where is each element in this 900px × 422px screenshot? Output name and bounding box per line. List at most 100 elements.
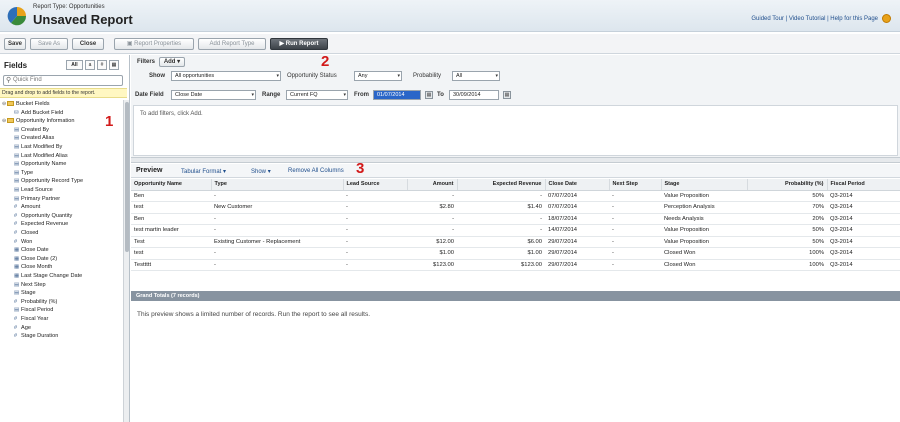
to-calendar-icon[interactable]: ▦ xyxy=(503,91,511,99)
quick-find-placeholder: Quick Find xyxy=(13,77,42,83)
to-label: To xyxy=(437,92,444,98)
probability-label: Probability xyxy=(413,73,442,79)
table-cell: $1.00 xyxy=(457,247,545,260)
table-cell: $6.00 xyxy=(457,236,545,248)
field-tree-label: Expected Revenue xyxy=(21,221,69,228)
table-header-row: Opportunity Name Type Lead Source Amount Exp… xyxy=(131,179,900,191)
table-cell: 29/07/2014 xyxy=(545,259,609,271)
field-tree-label: Stage Duration xyxy=(21,333,59,340)
reports-logo-icon xyxy=(7,6,27,26)
number-field-icon: # xyxy=(14,333,18,340)
field-filter-text-icon[interactable]: a xyxy=(85,60,95,70)
save-as-button[interactable]: Save As xyxy=(30,38,68,50)
table-cell: - xyxy=(343,224,407,237)
table-cell: - xyxy=(407,224,457,237)
fields-title: Fields xyxy=(4,61,28,70)
table-row: test - - $1.00 $1.00 29/07/2014- Closed Won 100… xyxy=(131,247,900,260)
field-tree-label: Lead Source xyxy=(21,187,53,193)
page-title: Unsaved Report xyxy=(33,12,133,27)
date-field-label: Date Field xyxy=(135,92,164,98)
table-row: test martin leader - - - -14/07/2014- Value P… xyxy=(131,224,900,237)
show-dropdown[interactable]: Show ▾ xyxy=(251,168,271,175)
table-cell: Q3-2014 xyxy=(827,224,900,237)
column-header[interactable]: Stage xyxy=(661,179,748,191)
column-header[interactable]: Next Step xyxy=(609,179,662,191)
table-cell: - xyxy=(211,213,343,225)
filters-title: Filters xyxy=(137,59,156,65)
opportunity-status-select[interactable]: Any ▾ xyxy=(354,71,402,81)
show-arrow-icon: ▾ xyxy=(267,169,271,175)
run-report-button[interactable]: ▶ Run Report xyxy=(270,38,328,50)
table-cell: Closed Won xyxy=(661,247,747,260)
table-cell: Testtttt xyxy=(131,259,211,271)
table-cell: Closed Won xyxy=(661,259,747,271)
probability-select[interactable]: All ▾ xyxy=(452,71,500,81)
table-cell: - xyxy=(407,190,457,202)
table-row: test New Customer - $2.80 $1.40 07/07/2014- Pe… xyxy=(131,201,900,214)
fields-scrollbar[interactable] xyxy=(123,100,129,422)
table-cell: 20% xyxy=(747,213,827,225)
opportunity-status-label: Opportunity Status xyxy=(287,73,337,79)
date-field-select[interactable]: Close Date ▾ xyxy=(171,90,256,100)
column-header[interactable]: Type xyxy=(211,179,344,191)
table-cell: $1.40 xyxy=(457,201,545,214)
folder-icon xyxy=(7,101,14,106)
column-header[interactable]: Fiscal Period xyxy=(827,179,900,191)
table-cell: 50% xyxy=(747,224,827,237)
opportunity-status-value: Any xyxy=(358,73,368,79)
panel-splitter[interactable] xyxy=(131,158,900,163)
add-report-type-button[interactable]: Add Report Type xyxy=(198,38,266,50)
table-cell: New Customer xyxy=(211,201,343,214)
column-header[interactable]: Amount xyxy=(407,179,458,191)
from-calendar-icon[interactable]: ▦ xyxy=(425,91,433,99)
field-filter-date-icon[interactable]: ▦ xyxy=(109,60,119,70)
date-field-arrow-icon: ▾ xyxy=(251,92,254,98)
field-tree-label: Fiscal Year xyxy=(21,316,49,322)
show-select[interactable]: All opportunities ▾ xyxy=(171,71,281,81)
table-cell: - xyxy=(457,190,545,202)
field-filter-all[interactable]: All xyxy=(66,60,83,70)
table-row: Testtttt - - $123.00 $123.00 29/07/2014- Close… xyxy=(131,259,900,271)
save-button[interactable]: Save xyxy=(4,38,26,50)
help-icon[interactable] xyxy=(882,14,891,23)
table-row: Test Existing Customer - Replacement - $12.… xyxy=(131,236,900,248)
field-tree-label: Opportunity Name xyxy=(21,161,67,168)
help-links[interactable]: Guided Tour | Video Tutorial | Help for … xyxy=(751,16,878,22)
to-date-input[interactable]: 30/09/2014 xyxy=(449,90,499,100)
table-cell: $12.00 xyxy=(407,236,457,248)
field-tree-label: Created Alias xyxy=(21,135,55,142)
column-header[interactable]: Close Date xyxy=(545,179,610,191)
field-tree-item[interactable]: # Stage Duration xyxy=(14,332,58,341)
table-cell: 14/07/2014 xyxy=(545,224,609,237)
field-filter-number-icon[interactable]: # xyxy=(97,60,107,70)
table-cell: - xyxy=(343,201,407,214)
table-cell: 50% xyxy=(747,236,827,248)
table-cell: - xyxy=(407,213,457,225)
field-tree-label: Close Month xyxy=(21,264,53,271)
quick-find-input[interactable]: ⚲ Quick Find xyxy=(3,75,123,86)
column-header[interactable]: Probability (%) xyxy=(747,179,828,191)
field-tree-label: Amount xyxy=(21,204,41,211)
table-cell: Existing Customer - Replacement xyxy=(211,236,343,248)
table-cell: - xyxy=(211,247,343,260)
table-cell: - xyxy=(211,190,343,202)
add-filter-button[interactable]: Add ▾ xyxy=(159,57,185,67)
field-tree-label: Opportunity Quantity xyxy=(21,212,73,219)
tabular-format-dropdown[interactable]: Tabular Format ▾ xyxy=(181,168,226,175)
table-cell: - xyxy=(609,236,661,248)
column-header[interactable]: Expected Revenue xyxy=(457,179,546,191)
close-button[interactable]: Close xyxy=(72,38,104,50)
report-properties-button[interactable]: ▣ Report Properties xyxy=(114,38,194,50)
fields-panel: Fields All a # ▦ ⚲ Quick Find Drag and d… xyxy=(0,55,130,422)
table-cell: - xyxy=(609,190,661,202)
filter-list-area: To add filters, click Add. xyxy=(133,105,898,156)
table-cell: Q3-2014 xyxy=(827,259,900,271)
column-header[interactable]: Lead Source xyxy=(343,179,408,191)
filters-panel: Filters Add ▾ 2 Show All opportunities ▾ … xyxy=(131,53,900,158)
column-header[interactable]: Opportunity Name xyxy=(131,179,212,191)
fields-scroll-thumb[interactable] xyxy=(125,102,129,252)
table-cell: 100% xyxy=(747,247,827,260)
from-date-input[interactable]: 01/07/2014 xyxy=(373,90,421,100)
remove-all-columns-link[interactable]: Remove All Columns xyxy=(288,168,344,174)
range-select[interactable]: Current FQ ▾ xyxy=(286,90,348,100)
